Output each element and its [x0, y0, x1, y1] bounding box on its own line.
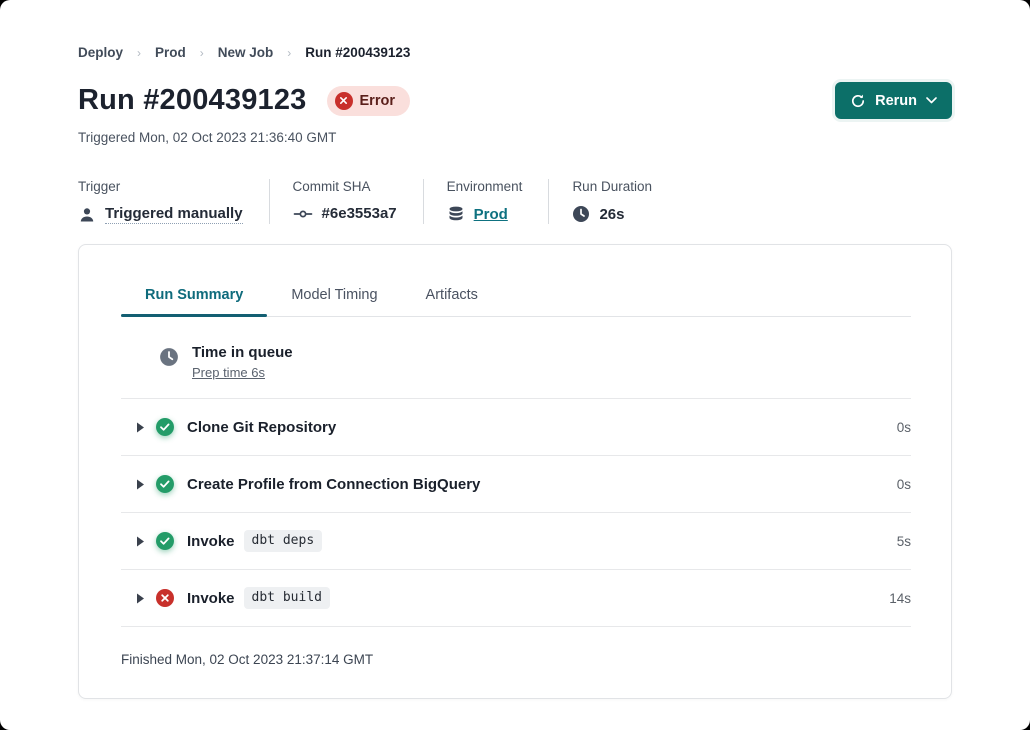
- chevron-right-icon: ›: [200, 46, 204, 60]
- tab-run-summary[interactable]: Run Summary: [121, 287, 267, 316]
- error-x-icon: [156, 589, 174, 607]
- commit-sha-value: #6e3553a7: [322, 205, 397, 222]
- step-label: Invoke: [187, 590, 235, 607]
- meta-environment-label: Environment: [447, 179, 523, 194]
- step-row-create-profile[interactable]: Create Profile from Connection BigQuery …: [121, 456, 911, 513]
- environment-link[interactable]: Prod: [474, 206, 508, 223]
- step-label: Create Profile from Connection BigQuery: [187, 476, 480, 493]
- chevron-down-icon: [926, 97, 937, 104]
- step-row-clone-git[interactable]: Clone Git Repository 0s: [121, 399, 911, 456]
- breadcrumb-prod[interactable]: Prod: [155, 45, 186, 60]
- step-duration: 14s: [889, 591, 911, 606]
- success-check-icon: [156, 532, 174, 550]
- time-in-queue-row: Time in queue Prep time 6s: [121, 317, 911, 399]
- meta-environment: Environment Prod: [424, 179, 550, 224]
- step-label: Clone Git Repository: [187, 419, 336, 436]
- run-detail-page: Deploy › Prod › New Job › Run #200439123…: [0, 0, 1030, 730]
- database-icon: [447, 205, 465, 223]
- status-badge-label: Error: [360, 93, 395, 109]
- step-label: Invoke: [187, 533, 235, 550]
- person-icon: [78, 206, 96, 224]
- tab-bar: Run Summary Model Timing Artifacts: [121, 287, 911, 317]
- meta-trigger: Trigger Triggered manually: [78, 179, 270, 224]
- rerun-button-label: Rerun: [875, 93, 917, 109]
- status-badge: Error: [327, 86, 410, 116]
- breadcrumb: Deploy › Prod › New Job › Run #200439123: [78, 45, 952, 60]
- finished-timestamp: Finished Mon, 02 Oct 2023 21:37:14 GMT: [121, 627, 911, 667]
- error-circle-icon: [335, 92, 353, 110]
- queue-title: Time in queue: [192, 344, 293, 361]
- triggered-timestamp: Triggered Mon, 02 Oct 2023 21:36:40 GMT: [78, 130, 952, 145]
- run-duration-value: 26s: [599, 206, 624, 223]
- step-duration: 5s: [897, 534, 911, 549]
- refresh-icon: [850, 93, 866, 109]
- title-row: Run #200439123 Error Rerun: [78, 82, 952, 119]
- success-check-icon: [156, 418, 174, 436]
- chevron-right-icon: ›: [287, 46, 291, 60]
- meta-trigger-label: Trigger: [78, 179, 243, 194]
- step-duration: 0s: [897, 420, 911, 435]
- step-row-dbt-deps[interactable]: Invoke dbt deps 5s: [121, 513, 911, 570]
- command-chip: dbt deps: [244, 530, 323, 552]
- meta-commit-sha: Commit SHA #6e3553a7: [270, 179, 424, 224]
- run-summary-card: Run Summary Model Timing Artifacts Time …: [78, 244, 952, 699]
- meta-commit-label: Commit SHA: [293, 179, 397, 194]
- git-commit-icon: [293, 207, 313, 221]
- prep-time-link[interactable]: Prep time 6s: [192, 365, 293, 380]
- caret-right-icon[interactable]: [136, 422, 145, 433]
- run-meta-row: Trigger Triggered manually Commit SHA: [78, 179, 952, 224]
- page-header: Deploy › Prod › New Job › Run #200439123…: [0, 45, 1030, 224]
- clock-icon: [572, 205, 590, 223]
- tab-model-timing[interactable]: Model Timing: [267, 287, 401, 316]
- caret-right-icon[interactable]: [136, 593, 145, 604]
- step-row-dbt-build[interactable]: Invoke dbt build 14s: [121, 570, 911, 627]
- chevron-right-icon: ›: [137, 46, 141, 60]
- tab-artifacts[interactable]: Artifacts: [402, 287, 502, 316]
- meta-run-duration: Run Duration 26s: [549, 179, 678, 224]
- step-duration: 0s: [897, 477, 911, 492]
- trigger-value[interactable]: Triggered manually: [105, 205, 243, 224]
- breadcrumb-deploy[interactable]: Deploy: [78, 45, 123, 60]
- clock-icon: [159, 347, 179, 372]
- success-check-icon: [156, 475, 174, 493]
- caret-right-icon[interactable]: [136, 536, 145, 547]
- rerun-button[interactable]: Rerun: [835, 82, 952, 119]
- page-title: Run #200439123: [78, 84, 307, 117]
- caret-right-icon[interactable]: [136, 479, 145, 490]
- breadcrumb-new-job[interactable]: New Job: [218, 45, 274, 60]
- meta-duration-label: Run Duration: [572, 179, 652, 194]
- breadcrumb-current-run: Run #200439123: [305, 45, 410, 60]
- command-chip: dbt build: [244, 587, 330, 609]
